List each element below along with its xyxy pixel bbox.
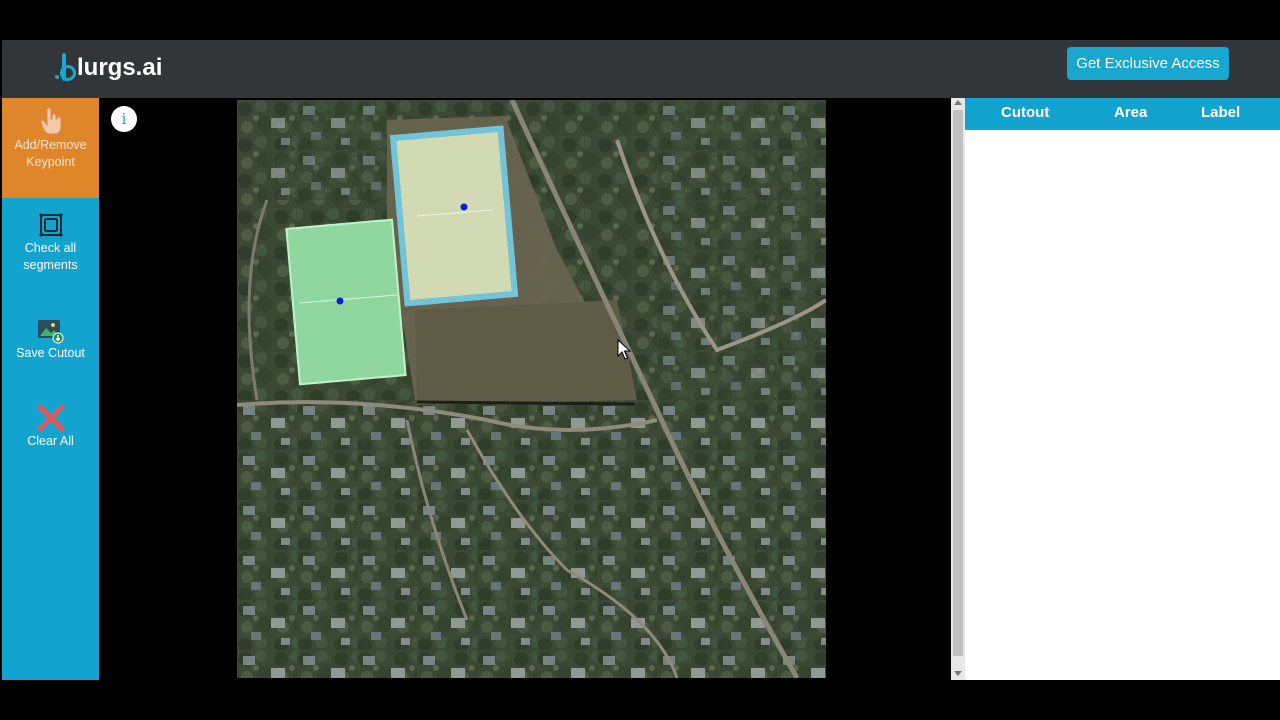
keypoint-marker[interactable] bbox=[460, 203, 468, 211]
image-save-icon bbox=[37, 320, 63, 344]
get-exclusive-access-button[interactable]: Get Exclusive Access bbox=[1067, 47, 1229, 80]
hand-pointer-icon bbox=[39, 107, 61, 135]
tool-label: Clear All bbox=[27, 434, 74, 448]
left-toolbar: Add/Remove Keypoint Check all segments S… bbox=[2, 98, 99, 680]
scroll-down-icon[interactable] bbox=[954, 671, 962, 676]
add-remove-keypoint-button[interactable]: Add/Remove Keypoint bbox=[2, 98, 99, 198]
segments-frame-icon bbox=[38, 213, 63, 237]
top-bar: lurgs.ai Get Exclusive Access bbox=[2, 40, 1280, 98]
app-window: lurgs.ai Get Exclusive Access Add/Remove… bbox=[2, 40, 1280, 680]
satellite-image[interactable] bbox=[237, 100, 826, 678]
column-header-label[interactable]: Label bbox=[1201, 104, 1240, 121]
screen-frame: lurgs.ai Get Exclusive Access Add/Remove… bbox=[0, 0, 1280, 720]
check-all-segments-button[interactable]: Check all segments bbox=[2, 212, 99, 282]
logo-text: lurgs.ai bbox=[77, 54, 163, 81]
logo[interactable]: lurgs.ai bbox=[55, 48, 163, 88]
scrollbar-thumb[interactable] bbox=[953, 110, 963, 656]
cutouts-panel: Cutout Area Label bbox=[965, 98, 1280, 680]
keypoint-marker[interactable] bbox=[336, 297, 344, 305]
vertical-scrollbar[interactable] bbox=[951, 98, 965, 680]
tool-label: Save Cutout bbox=[16, 346, 85, 360]
info-button[interactable]: i bbox=[111, 106, 137, 132]
column-header-cutout[interactable]: Cutout bbox=[1001, 104, 1049, 121]
clear-all-button[interactable]: Clear All bbox=[2, 404, 99, 454]
tool-label: Check all segments bbox=[23, 241, 78, 272]
logo-mark-icon bbox=[55, 53, 76, 83]
satellite-image-canvas bbox=[237, 100, 826, 678]
scroll-up-icon[interactable] bbox=[954, 100, 962, 105]
save-cutout-button[interactable]: Save Cutout bbox=[2, 318, 99, 368]
cutouts-table-header: Cutout Area Label bbox=[965, 98, 1280, 130]
image-viewer[interactable]: i bbox=[99, 98, 951, 680]
column-header-area[interactable]: Area bbox=[1114, 104, 1147, 121]
close-icon bbox=[37, 404, 64, 432]
tool-label: Add/Remove Keypoint bbox=[14, 138, 87, 169]
